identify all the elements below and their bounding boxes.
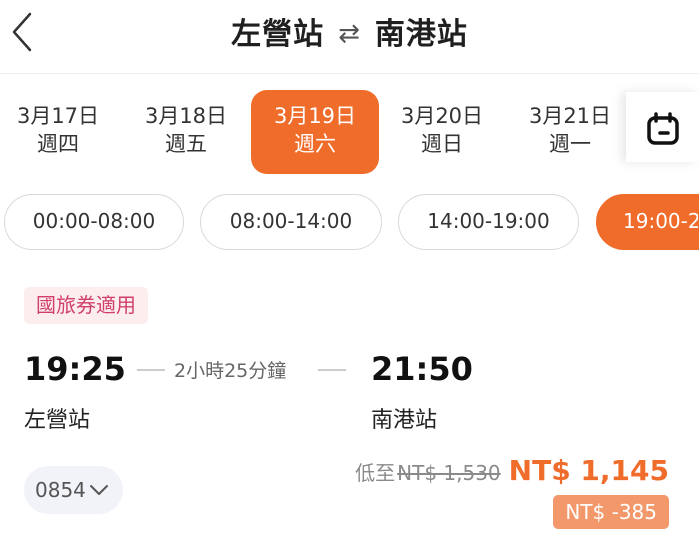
arrive-station: 南港站 (371, 408, 438, 433)
train-number-toggle[interactable]: 0854 (24, 466, 123, 514)
date-label: 3月18日 (144, 104, 228, 128)
date-tab-0318[interactable]: 3月18日 週五 (122, 90, 250, 174)
voucher-tag: 國旅券適用 (24, 287, 148, 324)
time-filter-00-08[interactable]: 00:00-08:00 (4, 194, 184, 250)
date-tab-0319[interactable]: 3月19日 週六 (251, 90, 379, 174)
date-label: 3月21日 (528, 104, 612, 128)
date-label: 3月20日 (400, 104, 484, 128)
chevron-down-icon (89, 484, 108, 495)
calendar-button[interactable] (626, 92, 699, 162)
weekday-label: 週日 (421, 132, 463, 156)
depart-time: 19:25 (24, 350, 126, 388)
date-tab-0321[interactable]: 3月21日 週一 (506, 90, 634, 174)
weekday-label: 週五 (165, 132, 207, 156)
duration-line-left (137, 369, 165, 371)
date-selector: 3月17日 週四 3月18日 週五 3月19日 週六 3月20日 週日 3月21… (0, 86, 699, 174)
calendar-icon (647, 112, 679, 145)
from-station-title: 左營站 (231, 17, 325, 52)
swap-icon[interactable]: ⇄ (338, 19, 361, 49)
price-prefix: 低至 (355, 461, 396, 485)
time-filter-14-19[interactable]: 14:00-19:00 (398, 194, 579, 250)
arrive-time: 21:50 (371, 350, 473, 388)
date-label: 3月17日 (16, 104, 100, 128)
date-tab-0317[interactable]: 3月17日 週四 (0, 90, 122, 174)
time-filter-08-14[interactable]: 08:00-14:00 (200, 194, 382, 250)
original-price: NT$ 1,530 (397, 461, 501, 485)
duration-line-right (318, 369, 346, 371)
route-title: 左營站 ⇄ 南港站 (0, 9, 699, 53)
duration: 2小時25分鐘 (174, 360, 287, 382)
weekday-label: 週四 (37, 132, 79, 156)
discount-badge: NT$ -385 (553, 495, 669, 529)
depart-station: 左營站 (24, 408, 91, 433)
current-price: NT$ 1,145 (508, 454, 669, 487)
weekday-label: 週六 (294, 132, 336, 156)
train-number: 0854 (35, 478, 86, 502)
price-line: 低至 NT$ 1,530 NT$ 1,145 (355, 454, 669, 487)
date-tab-0320[interactable]: 3月20日 週日 (378, 90, 506, 174)
top-bar: 左營站 ⇄ 南港站 (0, 0, 699, 74)
weekday-label: 週一 (549, 132, 591, 156)
to-station-title: 南港站 (374, 17, 468, 52)
time-filter-19-24[interactable]: 19:00-2 (596, 194, 699, 250)
date-label: 3月19日 (273, 104, 357, 128)
